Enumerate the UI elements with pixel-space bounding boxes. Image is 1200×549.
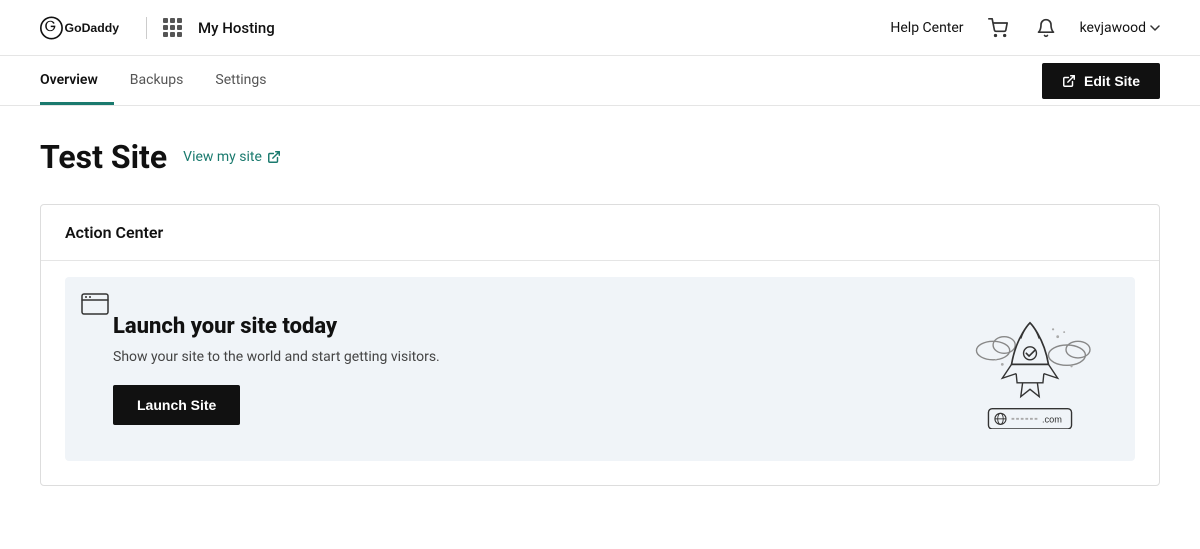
svg-text:.com: .com: [1042, 415, 1062, 425]
launch-title: Launch your site today: [113, 314, 440, 339]
notifications-button[interactable]: [1032, 14, 1060, 42]
user-menu[interactable]: kevjawood: [1080, 20, 1160, 36]
tab-settings[interactable]: Settings: [199, 56, 282, 105]
godaddy-logo: GoDaddy: [40, 13, 130, 43]
logo-area[interactable]: GoDaddy: [40, 13, 130, 43]
my-hosting-label: My Hosting: [198, 19, 275, 37]
launch-banner: Launch your site today Show your site to…: [65, 277, 1135, 461]
launch-subtitle: Show your site to the world and start ge…: [113, 349, 440, 365]
svg-text:GoDaddy: GoDaddy: [65, 21, 120, 35]
help-center-link[interactable]: Help Center: [890, 20, 963, 36]
cart-icon: [988, 18, 1008, 38]
header-divider: [146, 17, 147, 39]
browser-icon-area: [81, 293, 109, 319]
username-label: kevjawood: [1080, 20, 1146, 36]
header: GoDaddy My Hosting Help Center: [0, 0, 1200, 56]
rocket-illustration: .com: [965, 309, 1095, 429]
header-left: GoDaddy My Hosting: [40, 13, 275, 43]
tabs-list: Overview Backups Settings: [40, 56, 283, 105]
edit-site-button[interactable]: Edit Site: [1042, 63, 1160, 99]
view-site-external-icon: [267, 150, 281, 164]
tab-backups[interactable]: Backups: [114, 56, 200, 105]
action-center-header: Action Center: [41, 205, 1159, 261]
page-title: Test Site: [40, 138, 167, 176]
launch-text-area: Launch your site today Show your site to…: [89, 314, 440, 425]
page-title-area: Test Site View my site: [40, 138, 1160, 176]
launch-site-button[interactable]: Launch Site: [113, 385, 240, 425]
action-center-title: Action Center: [65, 223, 163, 242]
view-site-link[interactable]: View my site: [183, 149, 281, 165]
grid-icon[interactable]: [163, 18, 182, 37]
edit-site-label: Edit Site: [1084, 73, 1140, 89]
browser-icon: [81, 293, 109, 315]
tabs-bar: Overview Backups Settings Edit Site: [0, 56, 1200, 106]
action-center-body: Launch your site today Show your site to…: [41, 261, 1159, 485]
tab-overview[interactable]: Overview: [40, 56, 114, 105]
cart-button[interactable]: [984, 14, 1012, 42]
chevron-down-icon: [1150, 25, 1160, 31]
view-site-label: View my site: [183, 149, 262, 165]
action-center-card: Action Center Launch your site today Sho…: [40, 204, 1160, 486]
header-right: Help Center kevjawood: [890, 14, 1160, 42]
bell-icon: [1036, 18, 1056, 38]
page-content: Test Site View my site Action Center: [0, 106, 1200, 518]
external-link-icon: [1062, 74, 1076, 88]
